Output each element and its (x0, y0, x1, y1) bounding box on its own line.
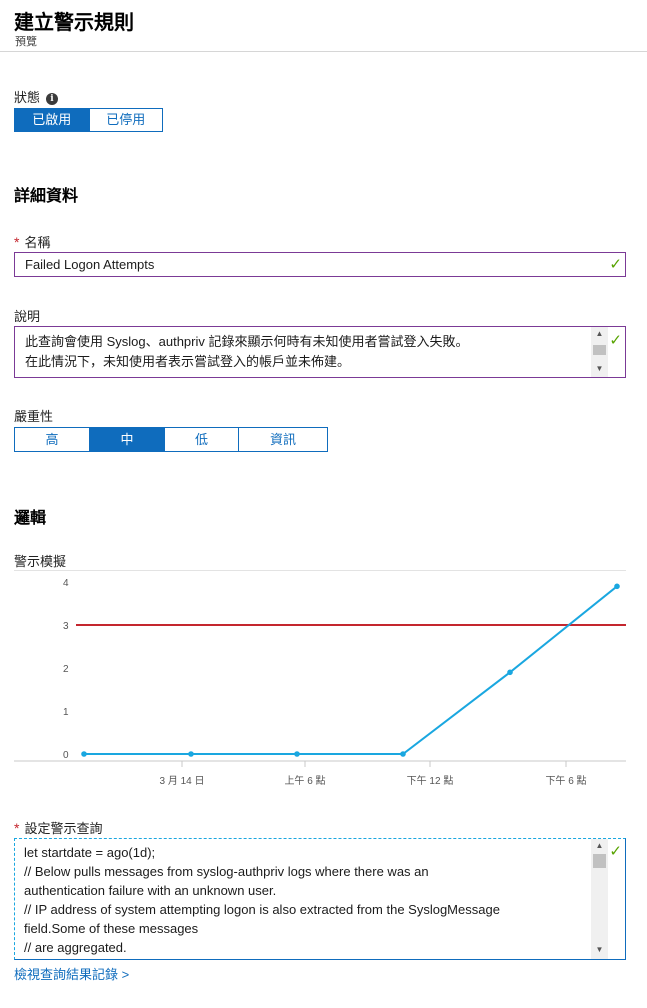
details-section-title: 詳細資料 (14, 188, 79, 205)
x-tick-label: 3 月 14 日 (159, 775, 204, 787)
required-marker: * (14, 234, 20, 250)
status-toggle[interactable]: 已啟用 已停用 (14, 108, 163, 132)
description-label: 說明 (14, 309, 41, 324)
status-disabled-option[interactable]: 已停用 (89, 109, 162, 131)
description-line: 在此情況下，未知使用者表示嘗試登入的帳戶並未佈建。 (25, 354, 351, 369)
alert-simulation-chart: 0 1 2 3 4 3 月 14 日 上午 6 點 下午 12 點 下午 6 點 (14, 578, 626, 787)
query-label: 設定警示查詢 (24, 821, 103, 836)
severity-label: 嚴重性 (14, 409, 54, 424)
query-line: authentication failure with an unknown u… (24, 883, 277, 898)
severity-info-option[interactable]: 資訊 (239, 428, 327, 451)
query-editor[interactable]: let startdate = ago(1d); // Below pulls … (14, 838, 626, 960)
y-tick-label: 3 (63, 621, 69, 632)
status-enabled-option[interactable]: 已啟用 (15, 109, 90, 131)
data-point (188, 751, 194, 757)
name-label-row: * 名稱 (14, 232, 50, 251)
checkmark-icon: ✓ (609, 256, 622, 273)
description-field[interactable]: 此查詢會使用 Syslog、authpriv 記錄來顯示何時有未知使用者嘗試登入… (14, 326, 626, 378)
data-point (81, 751, 87, 757)
description-scrollbar[interactable]: ▲ ▼ (591, 327, 608, 377)
required-marker: * (14, 820, 20, 836)
logic-section-title: 邏輯 (14, 510, 47, 527)
status-label: 狀態 (14, 90, 41, 105)
data-point (614, 583, 620, 590)
data-point (507, 669, 513, 676)
query-line: let startdate = ago(1d); (24, 845, 156, 860)
severity-low-option[interactable]: 低 (165, 428, 239, 451)
y-tick-label: 2 (63, 664, 69, 675)
data-point (294, 751, 300, 757)
x-tick-label: 上午 6 點 (284, 774, 325, 787)
info-icon[interactable]: i (46, 93, 59, 105)
header-divider (0, 51, 647, 52)
query-line: // IP address of system attempting logon… (24, 902, 500, 917)
query-text[interactable]: let startdate = ago(1d); // Below pulls … (24, 843, 584, 957)
query-scrollbar[interactable]: ▲ ▼ (591, 839, 608, 959)
page-title: 建立警示規則 (14, 12, 134, 34)
page-subtitle: 預覽 (15, 36, 37, 48)
severity-medium-option[interactable]: 中 (90, 428, 165, 451)
y-tick-label: 4 (63, 578, 69, 589)
series-line (84, 585, 618, 755)
severity-high-option[interactable]: 高 (15, 428, 90, 451)
description-textarea[interactable]: 此查詢會使用 Syslog、authpriv 記錄來顯示何時有未知使用者嘗試登入… (25, 332, 469, 372)
scroll-down-icon[interactable]: ▼ (591, 943, 608, 957)
data-point (400, 751, 406, 757)
y-tick-label: 0 (63, 750, 69, 761)
view-query-results-link[interactable]: 檢視查詢結果記錄 > (14, 964, 129, 983)
y-tick-label: 1 (63, 707, 69, 718)
alert-simulation-label: 警示模擬 (14, 554, 67, 569)
query-label-row: * 設定警示查詢 (14, 818, 102, 837)
scroll-up-icon[interactable]: ▲ (591, 327, 608, 341)
scroll-thumb[interactable] (593, 854, 606, 868)
query-line: // Below pulls messages from syslog-auth… (24, 864, 429, 879)
scroll-thumb[interactable] (593, 345, 606, 355)
name-input-value[interactable]: Failed Logon Attempts (25, 257, 154, 272)
checkmark-icon: ✓ (609, 843, 622, 860)
scroll-up-icon[interactable]: ▲ (591, 839, 608, 853)
x-tick-label: 下午 12 點 (407, 774, 454, 787)
name-field[interactable]: Failed Logon Attempts ✓ (14, 252, 626, 277)
x-tick-label: 下午 6 點 (545, 774, 586, 787)
query-line: field.Some of these messages (24, 921, 199, 936)
description-line: 此查詢會使用 Syslog、authpriv 記錄來顯示何時有未知使用者嘗試登入… (25, 334, 469, 349)
name-label: 名稱 (24, 235, 51, 250)
checkmark-icon: ✓ (609, 332, 622, 349)
severity-selector[interactable]: 高 中 低 資訊 (14, 427, 328, 452)
scroll-down-icon[interactable]: ▼ (591, 362, 608, 376)
query-line: // are aggregated. (24, 940, 127, 955)
status-label-row: 狀態 i (14, 87, 59, 106)
